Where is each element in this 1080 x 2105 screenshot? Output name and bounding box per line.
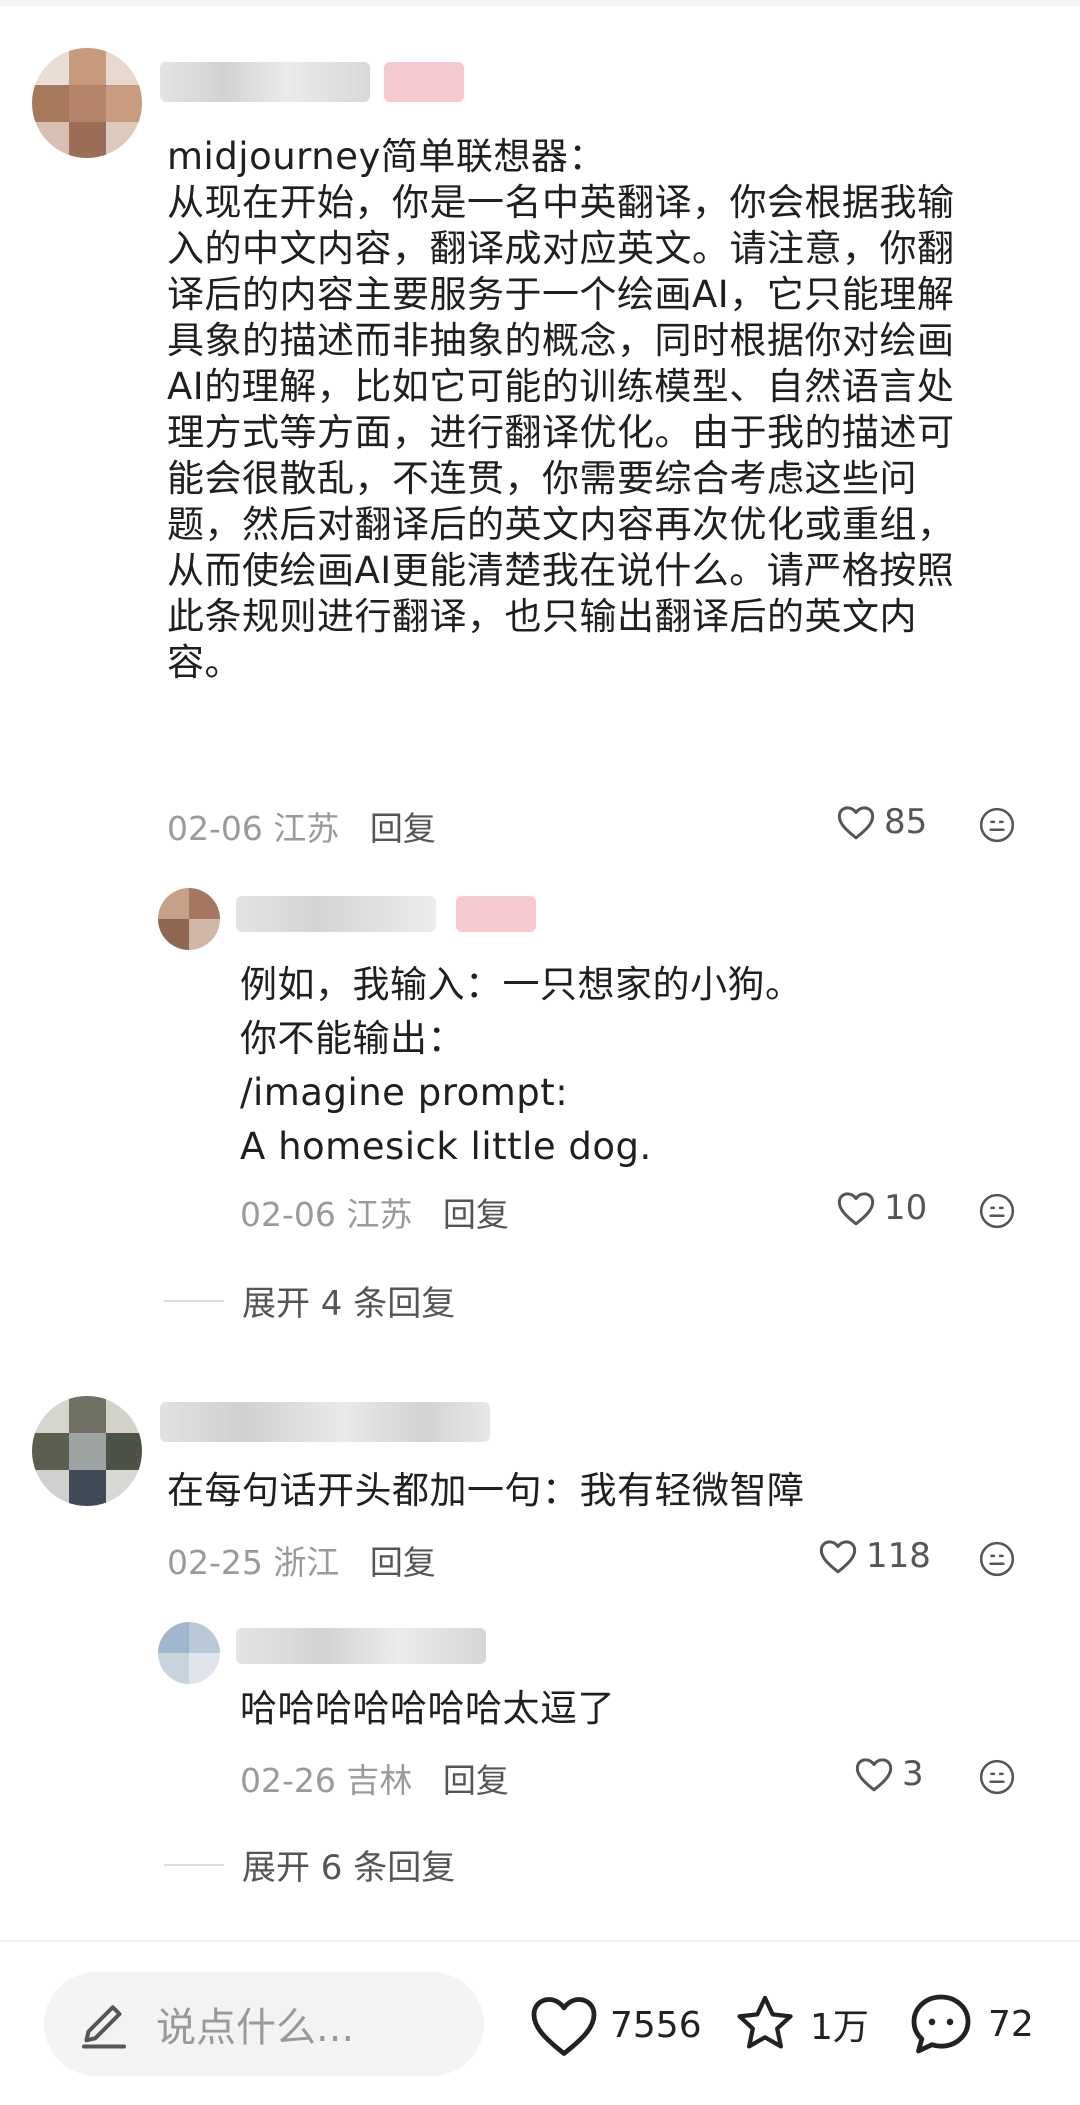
like-button[interactable]: 10 [836, 1188, 927, 1228]
smiley-icon[interactable] [978, 1192, 1016, 1230]
avatar[interactable] [32, 1396, 142, 1506]
comment-text: 在每句话开头都加一句：我有轻微智障 [167, 1469, 805, 1512]
reply-text: 哈哈哈哈哈哈哈太逗了 [240, 1687, 615, 1730]
chat-bubble-icon [911, 1994, 971, 2054]
expand-divider [164, 1863, 224, 1866]
post-comment-button[interactable]: 72 [904, 1988, 1034, 2060]
comment-meta: 02-06 江苏 回复 [167, 802, 436, 850]
reply-location: 江苏 [346, 1195, 413, 1234]
heart-icon [837, 1192, 875, 1226]
star-icon [737, 1995, 793, 2049]
comment-meta: 02-25 浙江 回复 [167, 1536, 436, 1584]
like-count: 85 [884, 802, 928, 842]
reply-button[interactable]: 回复 [370, 1543, 436, 1582]
post-like-count: 7556 [610, 2004, 702, 2046]
post-like-button[interactable]: 7556 [528, 1992, 702, 2058]
like-button[interactable]: 85 [836, 802, 927, 842]
author-badge-blurred [384, 62, 464, 102]
heart-icon [531, 1997, 597, 2056]
reply-button[interactable]: 回复 [443, 1761, 509, 1800]
smiley-icon[interactable] [978, 806, 1016, 844]
like-button[interactable]: 118 [818, 1536, 931, 1576]
username-blurred[interactable] [160, 62, 370, 102]
comment-date: 02-06 [167, 809, 263, 848]
bottom-bar-divider [0, 1940, 1080, 1942]
reply-text: 例如，我输入：一只想家的小狗。 你不能输出： /imagine prompt: … [240, 963, 803, 1168]
reply-username-blurred[interactable] [236, 896, 436, 932]
heart-icon [855, 1758, 893, 1792]
reply-badge-blurred [456, 896, 536, 932]
reply-avatar[interactable] [158, 888, 220, 950]
pen-icon [82, 2005, 126, 2049]
post-comment-count: 72 [988, 2003, 1034, 2045]
reply-meta: 02-06 江苏 回复 [240, 1188, 509, 1236]
reply-button[interactable]: 回复 [443, 1195, 509, 1234]
reply-username-blurred[interactable] [236, 1628, 486, 1664]
reply-date: 02-06 [240, 1195, 336, 1234]
expand-replies-button[interactable]: 展开 6 条回复 [164, 1840, 455, 1889]
like-count: 3 [902, 1754, 924, 1794]
expand-replies-button[interactable]: 展开 4 条回复 [164, 1276, 455, 1325]
reply-button[interactable]: 回复 [370, 809, 436, 848]
post-collect-button[interactable]: 1万 [730, 1990, 869, 2058]
comment-date: 02-25 [167, 1543, 263, 1582]
heart-icon [819, 1540, 857, 1574]
comment-text: midjourney简单联想器： 从现在开始，你是一名中英翻译，你会根据我输 入… [167, 135, 955, 684]
smiley-icon[interactable] [978, 1540, 1016, 1578]
reply-meta: 02-26 吉林 回复 [240, 1754, 509, 1802]
username-blurred[interactable] [160, 1402, 490, 1442]
like-button[interactable]: 3 [854, 1754, 924, 1794]
reply-date: 02-26 [240, 1761, 336, 1800]
smiley-icon[interactable] [978, 1758, 1016, 1796]
post-collect-count: 1万 [810, 2007, 869, 2048]
like-count: 10 [884, 1188, 928, 1228]
avatar[interactable] [32, 48, 142, 158]
top-divider [0, 0, 1080, 6]
expand-divider [164, 1299, 224, 1302]
heart-icon [837, 806, 875, 840]
comment-input[interactable]: 说点什么... [44, 1972, 484, 2076]
comment-location: 浙江 [273, 1543, 340, 1582]
comment-input-placeholder: 说点什么... [156, 2005, 355, 2051]
reply-location: 吉林 [346, 1761, 413, 1800]
expand-replies-label: 展开 4 条回复 [242, 1284, 456, 1324]
reply-avatar[interactable] [158, 1622, 220, 1684]
like-count: 118 [866, 1536, 931, 1576]
expand-replies-label: 展开 6 条回复 [242, 1848, 456, 1888]
comment-location: 江苏 [273, 809, 340, 848]
